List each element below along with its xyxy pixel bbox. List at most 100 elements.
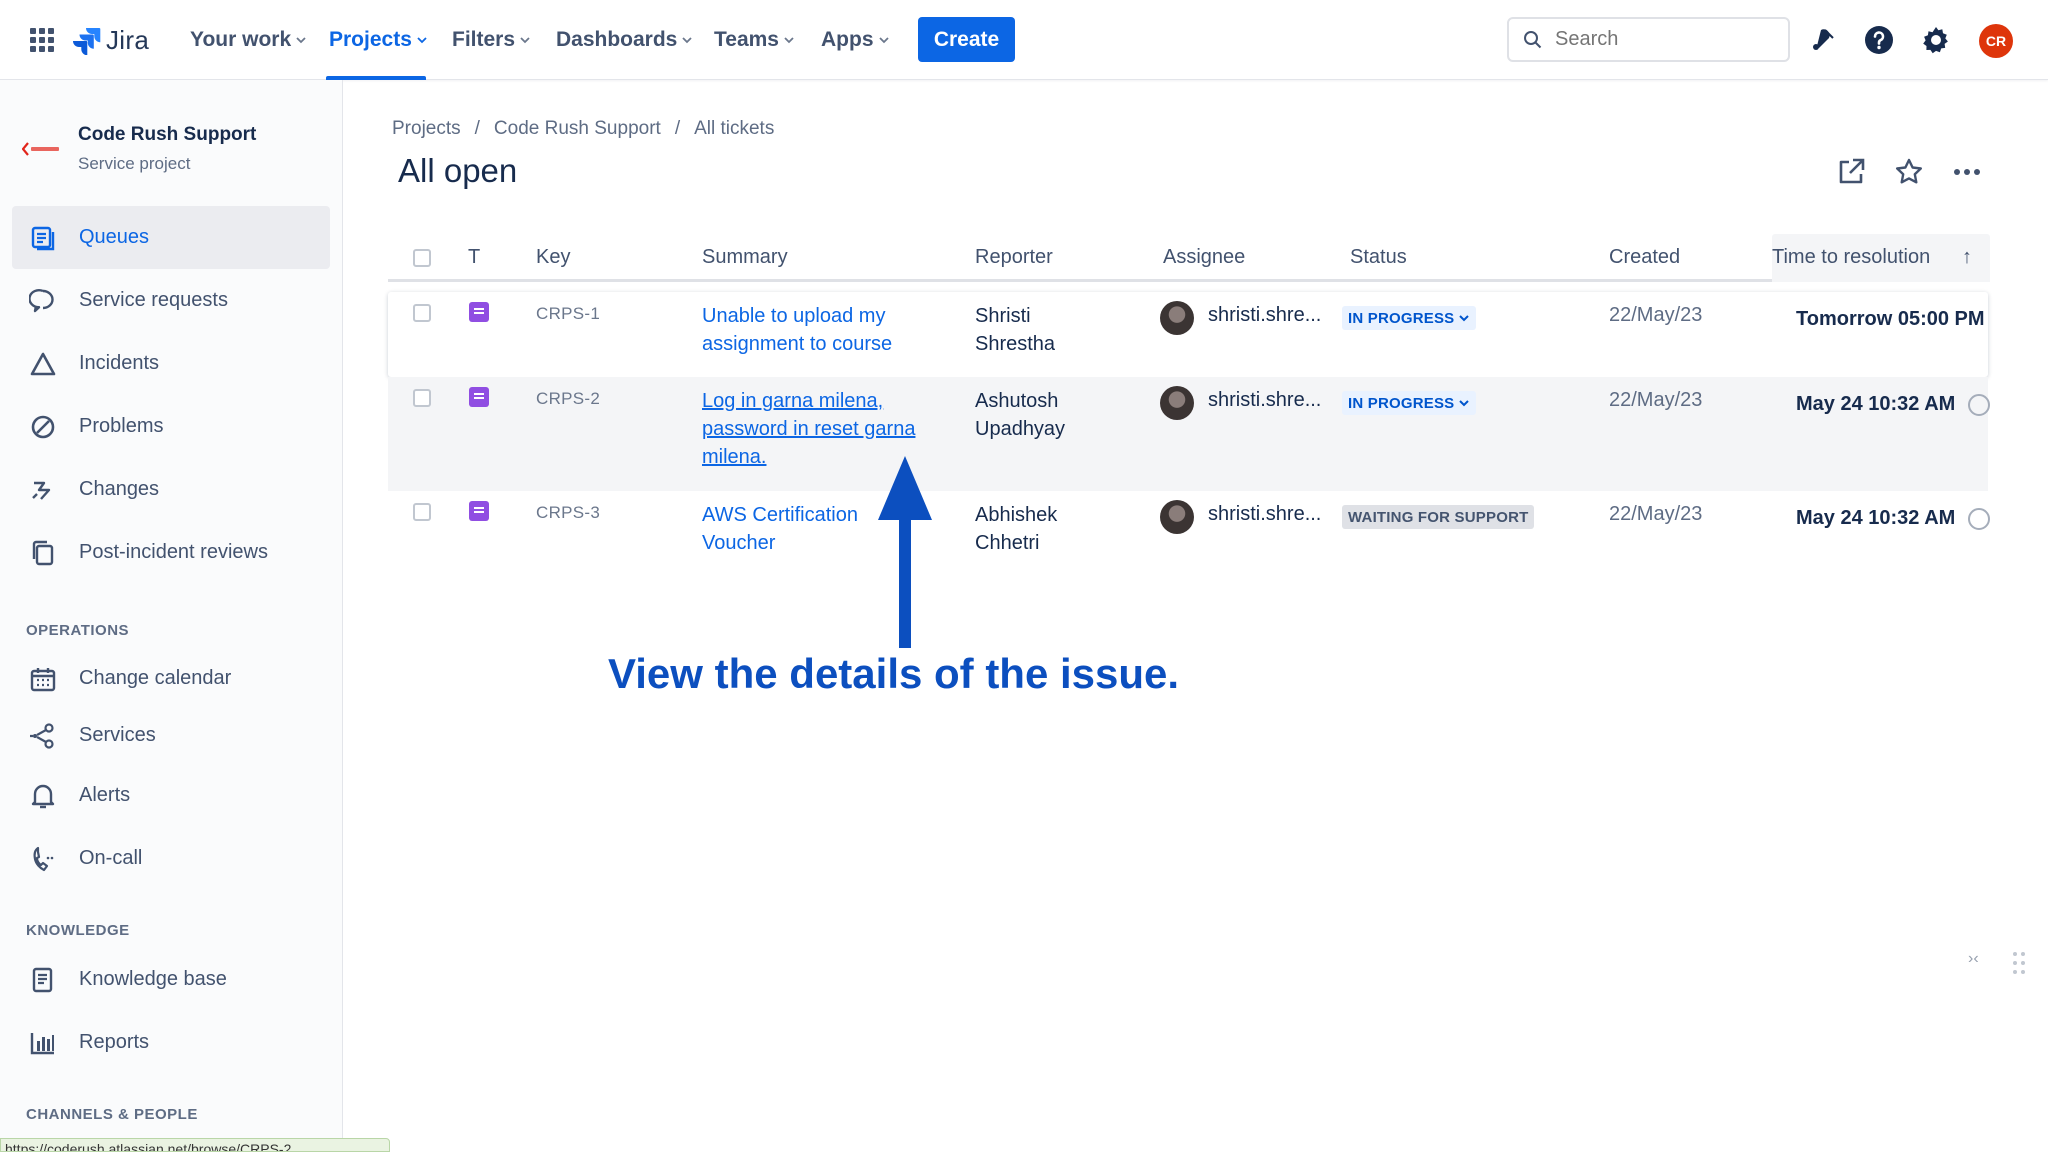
- assignee-avatar: [1160, 301, 1194, 335]
- clock-icon: [1968, 508, 1990, 530]
- issue-summary-link[interactable]: Unable to upload my assignment to course: [702, 302, 942, 358]
- nav-projects-label: Projects: [329, 28, 412, 51]
- star-icon[interactable]: [1893, 156, 1925, 188]
- issue-assignee[interactable]: shristi.shre...: [1208, 503, 1321, 526]
- issue-summary-link[interactable]: AWS Certification Voucher: [702, 501, 892, 557]
- sidebar-item-change-calendar[interactable]: Change calendar: [12, 647, 330, 710]
- issue-created: 22/May/23: [1609, 304, 1703, 326]
- col-assignee[interactable]: Assignee: [1163, 246, 1245, 269]
- sidebar-item-incidents[interactable]: Incidents: [12, 332, 330, 395]
- jira-wordmark: Jira: [106, 24, 150, 55]
- app-switcher-icon[interactable]: [30, 28, 54, 52]
- sidebar-item-queues[interactable]: Queues: [12, 206, 330, 269]
- sidebar-item-on-call[interactable]: On-call: [12, 827, 330, 890]
- table-row[interactable]: CRPS-1 Unable to upload my assignment to…: [388, 292, 1988, 377]
- status-badge[interactable]: IN PROGRESS: [1342, 391, 1477, 415]
- nav-teams[interactable]: Teams: [714, 24, 795, 56]
- chevron-down-icon: [682, 37, 693, 44]
- share-nodes-icon: [30, 722, 54, 749]
- settings-icon[interactable]: [1920, 24, 1952, 56]
- sidebar-item-changes[interactable]: Changes: [12, 458, 330, 521]
- changes-icon: [32, 481, 51, 500]
- nav-filters[interactable]: Filters: [452, 24, 531, 56]
- more-actions-icon[interactable]: [1951, 156, 1983, 188]
- status-badge[interactable]: WAITING FOR SUPPORT: [1342, 505, 1535, 529]
- nav-dashboards[interactable]: Dashboards: [556, 24, 693, 56]
- jira-logo-icon: [73, 28, 101, 55]
- status-badge[interactable]: IN PROGRESS: [1342, 306, 1477, 330]
- issue-key[interactable]: CRPS-3: [536, 503, 600, 523]
- row-checkbox[interactable]: [413, 503, 431, 521]
- sidebar-item-label: Alerts: [79, 784, 131, 806]
- table-header: T Key Summary Reporter Assignee Status C…: [388, 234, 1990, 282]
- breadcrumb-all-tickets[interactable]: All tickets: [694, 118, 774, 140]
- gear-icon: [1923, 27, 1948, 54]
- nav-apps[interactable]: Apps: [821, 24, 890, 56]
- notifications-icon[interactable]: [1807, 24, 1839, 56]
- sidebar-item-label: Knowledge base: [79, 968, 227, 990]
- col-reporter[interactable]: Reporter: [975, 246, 1053, 269]
- project-name: Code Rush Support: [78, 124, 257, 145]
- nav-projects[interactable]: Projects: [329, 24, 428, 56]
- browser-status-url: https://coderush.atlassian.net/browse/CR…: [0, 1138, 390, 1152]
- external-link-icon: [1839, 158, 1865, 184]
- help-icon[interactable]: [1863, 24, 1895, 56]
- sidebar-item-label: Post-incident reviews: [79, 541, 268, 563]
- sidebar-item-service-requests[interactable]: Service requests: [12, 269, 330, 332]
- sidebar-item-knowledge-base[interactable]: Knowledge base: [12, 948, 330, 1011]
- create-button[interactable]: Create: [918, 17, 1015, 62]
- copy-icon: [32, 540, 54, 565]
- issue-key[interactable]: CRPS-2: [536, 389, 600, 409]
- sidebar-item-label: Queues: [79, 226, 150, 248]
- knowledge-section-title: KNOWLEDGE: [26, 922, 130, 939]
- project-type: Service project: [78, 154, 191, 173]
- sidebar-item-alerts[interactable]: Alerts: [12, 764, 330, 827]
- sidebar-item-post-incident-reviews[interactable]: Post-incident reviews: [12, 521, 330, 584]
- select-all-checkbox[interactable]: [413, 249, 431, 267]
- sidebar-item-problems[interactable]: Problems: [12, 395, 330, 458]
- warning-triangle-icon: [30, 352, 56, 375]
- sort-ascending-icon: ↑: [1962, 246, 1972, 268]
- collapse-panel-icon[interactable]: ›‹: [1968, 950, 1979, 968]
- row-checkbox[interactable]: [413, 304, 431, 322]
- issue-key[interactable]: CRPS-1: [536, 304, 600, 324]
- row-checkbox[interactable]: [413, 389, 431, 407]
- breadcrumb-projects[interactable]: Projects: [392, 118, 461, 140]
- issue-assignee[interactable]: shristi.shre...: [1208, 304, 1321, 327]
- chevron-down-icon: [296, 37, 306, 44]
- col-summary[interactable]: Summary: [702, 246, 788, 269]
- table-row[interactable]: CRPS-2 Log in garna milena, password in …: [388, 377, 1990, 491]
- col-created[interactable]: Created: [1609, 246, 1680, 269]
- sidebar-item-reports[interactable]: Reports: [12, 1011, 330, 1074]
- operations-section-title: OPERATIONS: [26, 622, 130, 639]
- sidebar-item-services[interactable]: Services: [12, 704, 330, 767]
- issue-created: 22/May/23: [1609, 503, 1703, 525]
- breadcrumb-project[interactable]: Code Rush Support: [494, 118, 661, 140]
- issue-assignee[interactable]: shristi.shre...: [1208, 389, 1321, 412]
- drag-handle-icon[interactable]: [2013, 952, 2025, 976]
- ellipsis-icon: [1954, 169, 1980, 175]
- chevron-down-icon: [878, 37, 889, 44]
- status-label: IN PROGRESS: [1348, 394, 1455, 412]
- col-time-to-resolution[interactable]: Time to resolution ↑: [1772, 234, 1990, 282]
- search-box[interactable]: [1507, 17, 1790, 62]
- table-row[interactable]: CRPS-3 AWS Certification Voucher Abhishe…: [388, 491, 1990, 591]
- sidebar: Code Rush Support Service project Queues…: [0, 80, 343, 1152]
- annotation-arrow-icon: [878, 456, 932, 648]
- project-header[interactable]: Code Rush Support Service project: [22, 124, 256, 174]
- search-input[interactable]: [1555, 28, 1775, 51]
- nav-your-work[interactable]: Your work: [190, 24, 307, 56]
- user-avatar[interactable]: CR: [1979, 24, 2013, 58]
- issue-reporter: Ashutosh Upadhyay: [975, 390, 1066, 440]
- nav-apps-label: Apps: [821, 28, 874, 51]
- status-label: IN PROGRESS: [1348, 309, 1455, 327]
- col-key[interactable]: Key: [536, 246, 570, 269]
- col-type[interactable]: T: [468, 246, 480, 269]
- jira-logo[interactable]: Jira: [72, 22, 149, 58]
- service-request-type-icon: [469, 501, 489, 521]
- open-external-icon[interactable]: [1835, 156, 1867, 188]
- bell-notification-icon: [1813, 29, 1834, 50]
- col-status[interactable]: Status: [1350, 246, 1407, 269]
- sidebar-item-label: Incidents: [79, 352, 160, 374]
- issue-created: 22/May/23: [1609, 389, 1703, 411]
